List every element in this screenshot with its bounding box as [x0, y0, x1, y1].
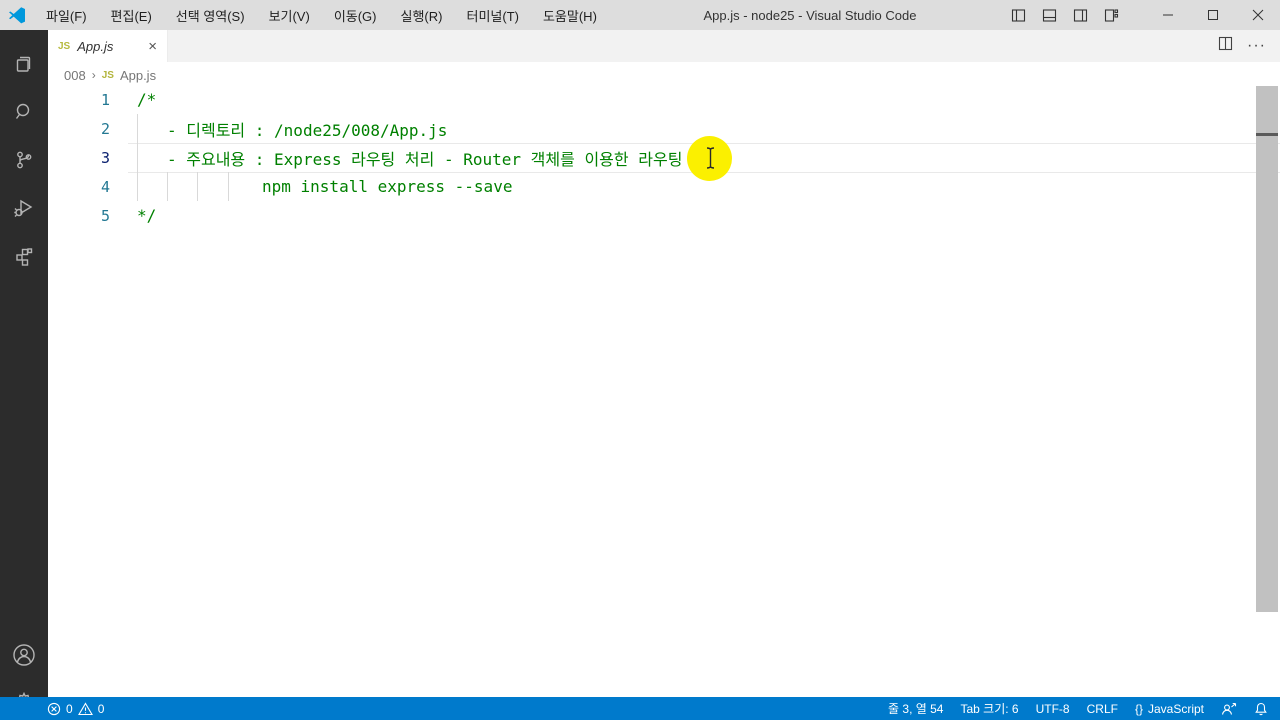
language-label: JavaScript — [1147, 701, 1204, 716]
code-line: 1 /* — [48, 85, 1280, 114]
toggle-primary-sidebar-icon[interactable] — [1011, 8, 1026, 23]
explorer-icon[interactable] — [0, 40, 48, 88]
split-editor-icon[interactable] — [1218, 36, 1233, 56]
toggle-panel-icon[interactable] — [1042, 8, 1057, 23]
window-controls — [1145, 0, 1280, 30]
tab-label: App.js — [77, 38, 114, 54]
scrollbar-cursor-marker — [1256, 133, 1278, 136]
menu-view[interactable]: 보기(V) — [257, 0, 322, 30]
breadcrumb-folder[interactable]: 008 — [64, 68, 86, 83]
code-line: 4 npm install express --save — [48, 172, 1280, 201]
close-button[interactable] — [1235, 0, 1280, 30]
code-line-text: */ — [137, 206, 157, 225]
cursor-position[interactable]: 줄 3, 열 54 — [888, 700, 943, 717]
tab-appjs[interactable]: JS App.js × — [48, 30, 168, 62]
status-bar: 0 0 줄 3, 열 54 Tab 크기: 6 UTF-8 CRLF {} Ja… — [0, 697, 1280, 720]
code-line-text: npm install express --save — [262, 177, 513, 196]
menu-help[interactable]: 도움말(H) — [531, 0, 609, 30]
vscode-window: 파일(F) 편집(E) 선택 영역(S) 보기(V) 이동(G) 실행(R) 터… — [0, 0, 1280, 720]
account-icon[interactable] — [0, 631, 48, 679]
error-icon — [47, 702, 61, 716]
code-editor[interactable]: 1 /* 2 - 디렉토리 : /node25/008/App.js 3 - 주… — [48, 85, 1280, 697]
warning-count: 0 — [97, 701, 105, 716]
menu-edit[interactable]: 편집(E) — [99, 0, 164, 30]
toggle-secondary-sidebar-icon[interactable] — [1073, 8, 1088, 23]
customize-layout-icon[interactable] — [1104, 8, 1119, 23]
code-line-text: - 디렉토리 : /node25/008/App.js — [167, 120, 448, 140]
search-icon[interactable] — [0, 88, 48, 136]
source-control-icon[interactable] — [0, 136, 48, 184]
maximize-button[interactable] — [1190, 0, 1235, 30]
editor-area: JS App.js × ··· 008 › JS App.js 1 /* 2 -… — [48, 30, 1280, 697]
title-bar: 파일(F) 편집(E) 선택 영역(S) 보기(V) 이동(G) 실행(R) 터… — [0, 0, 1280, 30]
tab-close-icon[interactable]: × — [148, 39, 157, 54]
code-line: 5 */ — [48, 201, 1280, 230]
menu-bar: 파일(F) 편집(E) 선택 영역(S) 보기(V) 이동(G) 실행(R) 터… — [34, 0, 609, 30]
menu-file[interactable]: 파일(F) — [34, 0, 99, 30]
line-number: 5 — [100, 206, 110, 225]
line-number: 2 — [100, 119, 110, 138]
language-mode[interactable]: {} JavaScript — [1135, 702, 1204, 716]
notifications-bell-icon[interactable] — [1254, 702, 1268, 716]
activity-bar — [0, 30, 48, 713]
tab-bar: JS App.js × ··· — [48, 30, 1280, 62]
code-line-current: 3 - 주요내용 : Express 라우팅 처리 - Router 객체를 이… — [48, 143, 1280, 172]
layout-controls — [1011, 8, 1119, 23]
vscode-logo-icon — [0, 6, 34, 24]
code-line: 2 - 디렉토리 : /node25/008/App.js — [48, 114, 1280, 143]
menu-selection[interactable]: 선택 영역(S) — [164, 0, 257, 30]
menu-terminal[interactable]: 터미널(T) — [454, 0, 530, 30]
menu-run[interactable]: 실행(R) — [389, 0, 455, 30]
menu-go[interactable]: 이동(G) — [322, 0, 389, 30]
breadcrumb-file[interactable]: App.js — [120, 68, 156, 83]
chevron-right-icon: › — [91, 68, 96, 82]
run-debug-icon[interactable] — [0, 184, 48, 232]
minimize-button[interactable] — [1145, 0, 1190, 30]
code-line-text: /* — [137, 90, 157, 109]
feedback-icon[interactable] — [1221, 702, 1237, 716]
code-line-text: - 주요내용 : Express 라우팅 처리 - Router 객체를 이용한… — [167, 149, 722, 169]
vertical-scrollbar[interactable] — [1256, 86, 1278, 612]
line-number-active: 3 — [100, 148, 110, 167]
encoding-setting[interactable]: UTF-8 — [1036, 702, 1070, 716]
window-title: App.js - node25 - Visual Studio Code — [703, 7, 917, 23]
line-number: 4 — [100, 177, 110, 196]
javascript-file-icon: JS — [101, 69, 114, 81]
problems-indicator[interactable]: 0 0 — [0, 702, 104, 716]
error-count: 0 — [66, 701, 73, 716]
line-number: 1 — [100, 90, 110, 109]
editor-actions: ··· — [1218, 30, 1280, 62]
eol-setting[interactable]: CRLF — [1087, 702, 1118, 716]
javascript-file-icon: JS — [58, 40, 71, 52]
text-cursor-ibeam-icon — [704, 146, 717, 175]
extensions-icon[interactable] — [0, 232, 48, 280]
status-bar-right: 줄 3, 열 54 Tab 크기: 6 UTF-8 CRLF {} JavaSc… — [888, 700, 1280, 717]
more-actions-icon[interactable]: ··· — [1247, 37, 1266, 55]
warning-icon — [77, 701, 93, 716]
braces-icon: {} — [1134, 701, 1143, 716]
indentation-setting[interactable]: Tab 크기: 6 — [961, 700, 1019, 717]
